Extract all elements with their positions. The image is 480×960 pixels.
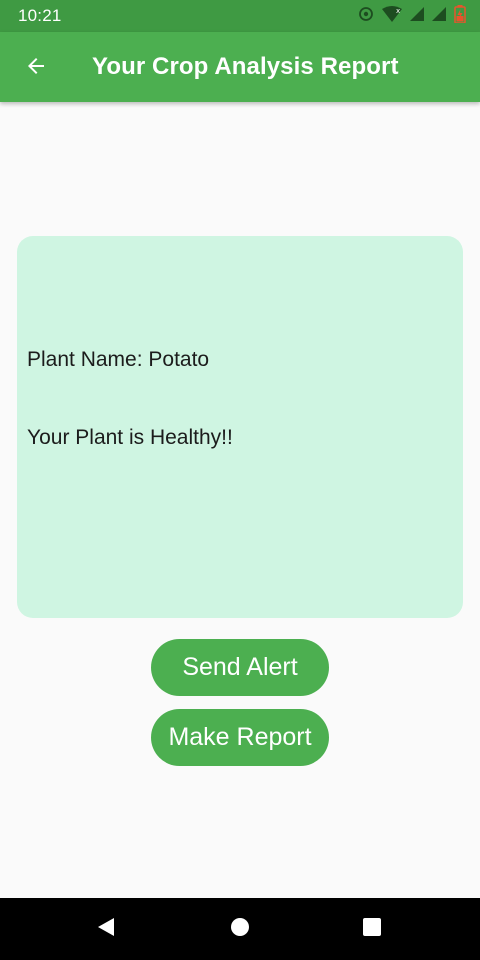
status-icons: x	[358, 4, 466, 28]
arrow-back-icon	[24, 54, 48, 83]
send-alert-button[interactable]: Send Alert	[151, 639, 329, 696]
page-title: Your Crop Analysis Report	[92, 53, 399, 80]
nav-back-button[interactable]	[94, 917, 118, 941]
battery-charging-icon	[454, 4, 466, 28]
make-report-button[interactable]: Make Report	[151, 709, 329, 766]
app-bar: Your Crop Analysis Report	[0, 32, 480, 102]
plant-name-text: Plant Name: Potato	[27, 348, 210, 371]
plant-health-status: Your Plant is Healthy!!	[27, 426, 233, 449]
nav-recents-icon	[361, 916, 383, 943]
nav-back-icon	[95, 916, 117, 943]
system-navigation-bar	[0, 898, 480, 960]
sync-icon	[358, 6, 374, 27]
status-time: 10:21	[18, 6, 62, 25]
nav-recents-button[interactable]	[360, 917, 384, 941]
nav-home-button[interactable]	[228, 917, 252, 941]
status-bar: 10:21 x	[0, 0, 480, 32]
nav-home-icon	[229, 916, 251, 943]
back-button[interactable]	[16, 48, 56, 88]
wifi-icon: x	[382, 5, 402, 27]
signal-icon	[410, 6, 424, 26]
svg-text:x: x	[396, 7, 400, 15]
signal-icon	[432, 6, 446, 26]
result-card: Plant Name: Potato Your Plant is Healthy…	[17, 236, 463, 618]
